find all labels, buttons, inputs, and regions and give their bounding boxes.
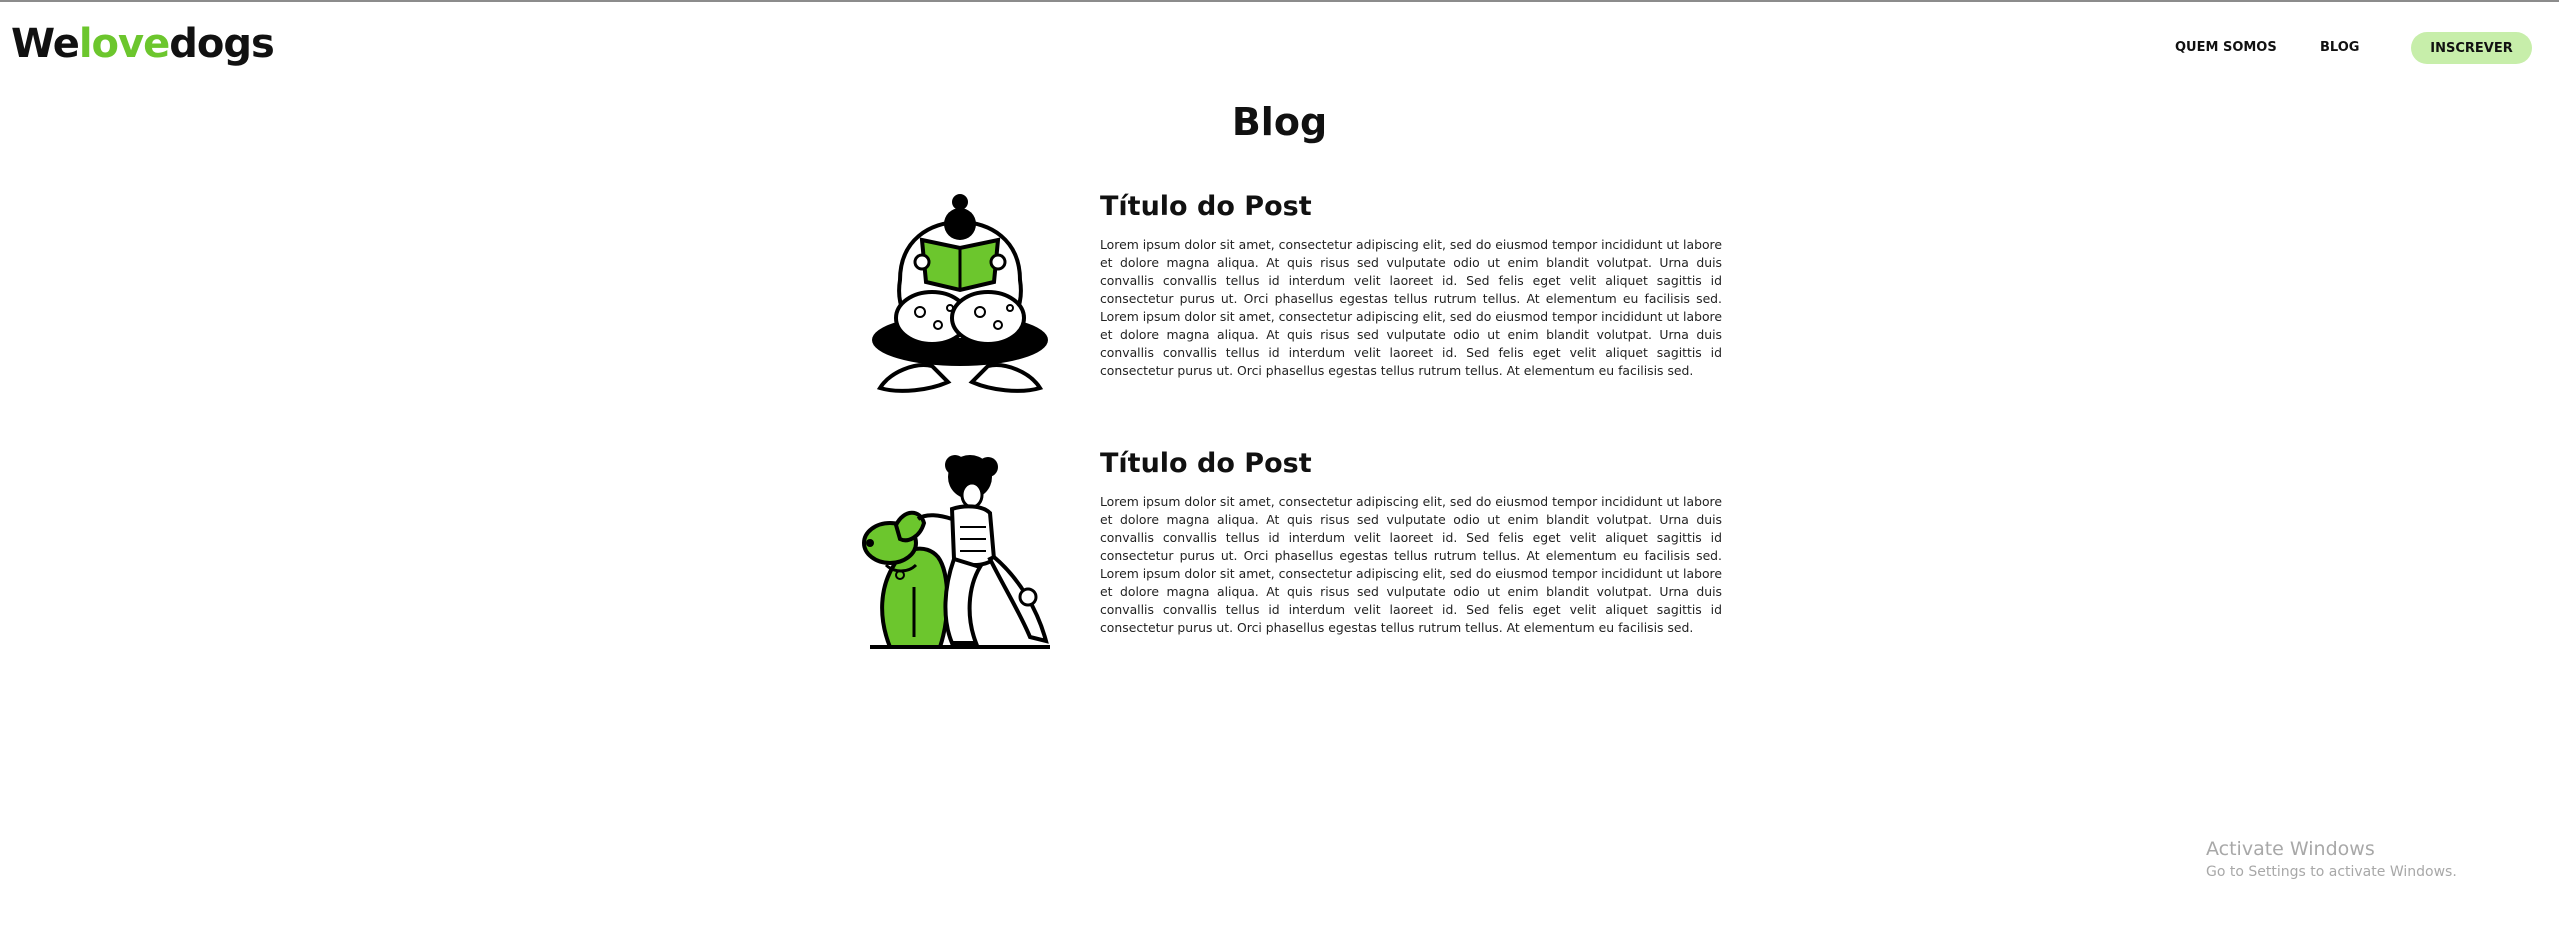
person-reading-book-icon [872,194,1048,393]
nav-link-blog[interactable]: BLOG [2320,40,2359,55]
post-body: Título do Post Lorem ipsum dolor sit ame… [1100,190,1722,380]
nav-link-quem-somos[interactable]: QUEM SOMOS [2175,40,2277,55]
watermark-subtitle: Go to Settings to activate Windows. [2206,864,2457,880]
subscribe-button[interactable]: INSCREVER [2411,32,2532,64]
person-with-dog-icon [862,455,1050,649]
person-reading-book-illustration[interactable] [860,190,1060,400]
windows-activation-watermark: Activate Windows Go to Settings to activ… [2206,836,2457,882]
site-logo[interactable]: Welovedogs [11,21,275,67]
post-body: Título do Post Lorem ipsum dolor sit ame… [1100,447,1722,637]
logo-part-dogs: dogs [169,21,275,67]
watermark-title: Activate Windows [2206,838,2375,860]
logo-part-we: We [11,21,80,67]
post-text: Lorem ipsum dolor sit amet, consectetur … [1100,237,1722,378]
person-with-dog-illustration[interactable] [860,447,1060,657]
post-title[interactable]: Título do Post [1100,190,1722,224]
browser-top-border [0,0,2559,2]
page-title: Blog [1231,100,1328,144]
logo-part-love: love [78,21,170,67]
post-title[interactable]: Título do Post [1100,447,1722,481]
post-text: Lorem ipsum dolor sit amet, consectetur … [1100,494,1722,635]
